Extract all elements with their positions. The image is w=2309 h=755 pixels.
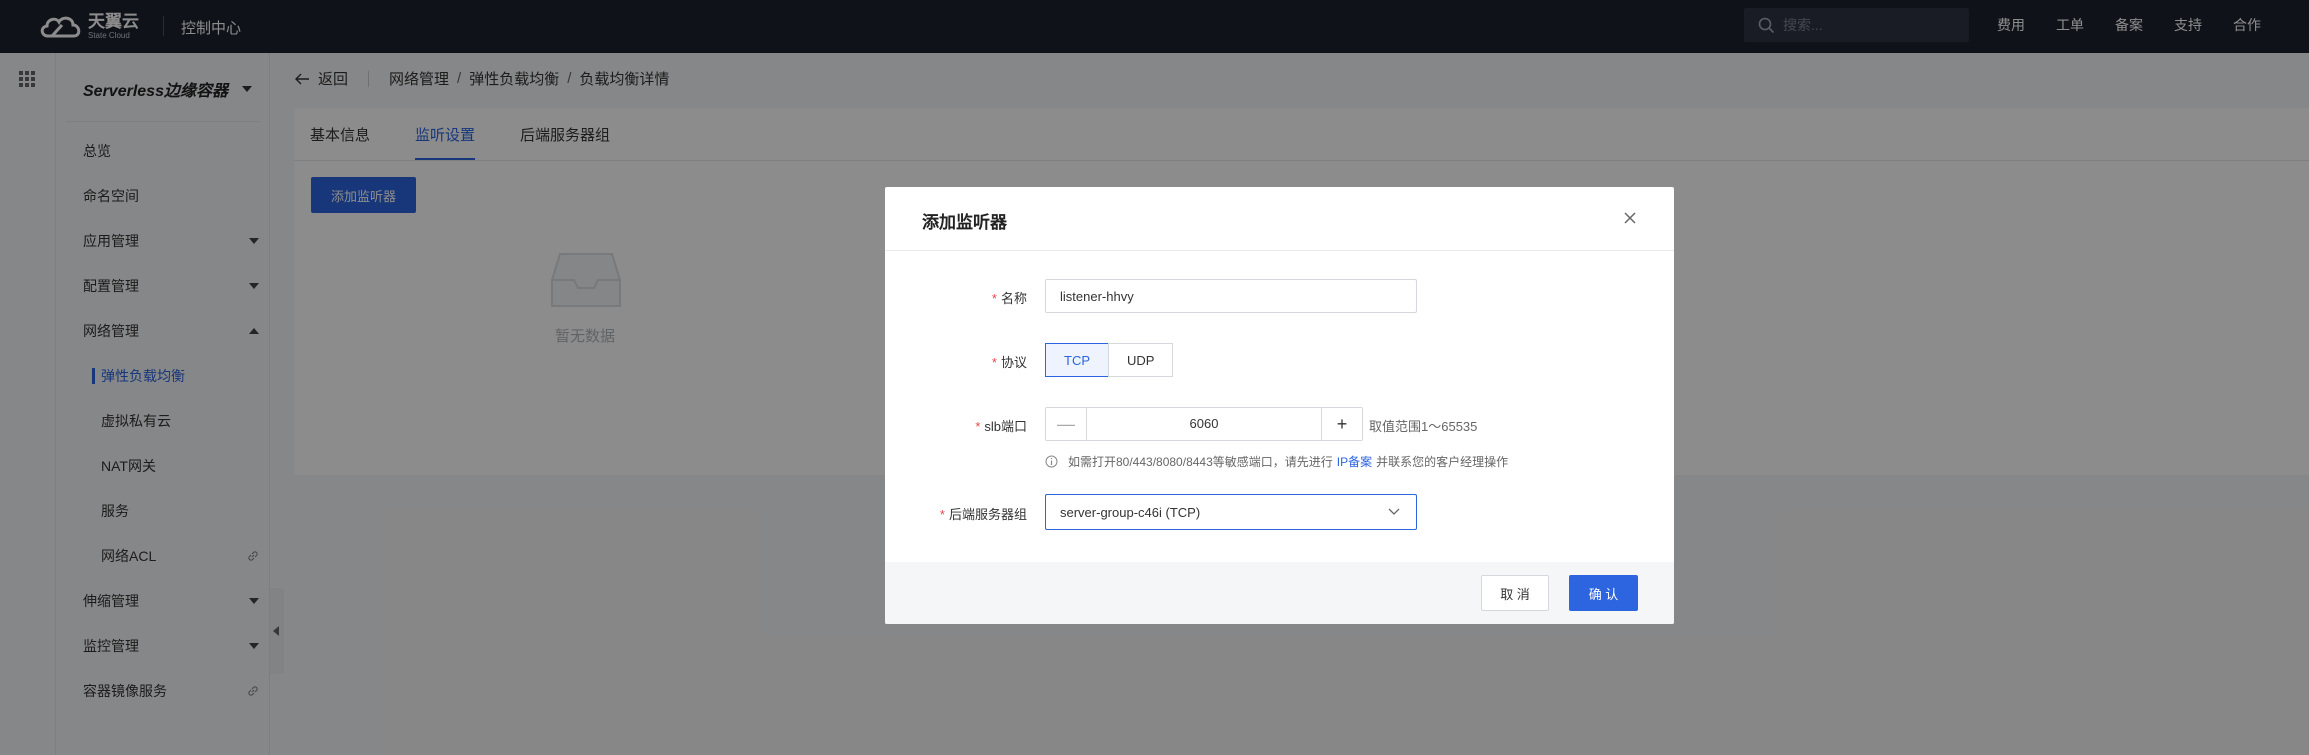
required-mark: * [975, 419, 981, 434]
decrement-button[interactable]: — [1046, 408, 1087, 440]
port-stepper: — 6060 + [1045, 407, 1363, 441]
port-range-hint: 取值范围1～65535 [1369, 419, 1478, 434]
port-value[interactable]: 6060 [1087, 408, 1321, 440]
dialog-header: 添加监听器 [885, 187, 1674, 251]
required-mark: * [991, 291, 997, 306]
name-label: * 名称 [992, 288, 1027, 307]
port-label: * slb端口 [975, 416, 1027, 435]
protocol-label-text: 协议 [1000, 355, 1027, 370]
close-icon[interactable] [1622, 210, 1638, 226]
dialog-footer: 取 消 确 认 [885, 562, 1674, 624]
chevron-down-icon [1388, 508, 1400, 515]
cancel-button[interactable]: 取 消 [1481, 575, 1549, 611]
name-label-text: 名称 [1000, 291, 1027, 306]
protocol-radio-group: TCP UDP [1045, 343, 1174, 377]
add-listener-dialog: 添加监听器 *名称 *协议 TCP UDP *slb端口 — 6060 + 取值… [885, 187, 1674, 624]
server-group-label: * 后端服务器组 [940, 504, 1027, 523]
protocol-label: * 协议 [992, 352, 1027, 371]
tip-text-suffix: 并联系您的客户经理操作 [1376, 455, 1509, 469]
dialog-title: 添加监听器 [922, 213, 1007, 232]
info-icon [1045, 455, 1058, 468]
protocol-tcp[interactable]: TCP [1045, 343, 1109, 377]
confirm-button[interactable]: 确 认 [1569, 575, 1638, 611]
port-label-text: slb端口 [984, 419, 1027, 434]
required-mark: * [939, 507, 945, 522]
server-group-value: server-group-c46i (TCP) [1060, 504, 1201, 520]
required-mark: * [991, 355, 997, 370]
protocol-udp[interactable]: UDP [1108, 343, 1174, 377]
server-group-select[interactable]: server-group-c46i (TCP) [1045, 494, 1417, 530]
tip-text-prefix: 如需打开80/443/8080/8443等敏感端口，请先进行 [1068, 455, 1333, 469]
increment-button[interactable]: + [1321, 408, 1362, 440]
port-tip: 如需打开80/443/8080/8443等敏感端口，请先进行 IP备案 并联系您… [1045, 453, 1508, 470]
server-group-label-text: 后端服务器组 [948, 507, 1027, 522]
ip-filing-link[interactable]: IP备案 [1337, 453, 1372, 470]
name-input[interactable] [1045, 279, 1417, 313]
